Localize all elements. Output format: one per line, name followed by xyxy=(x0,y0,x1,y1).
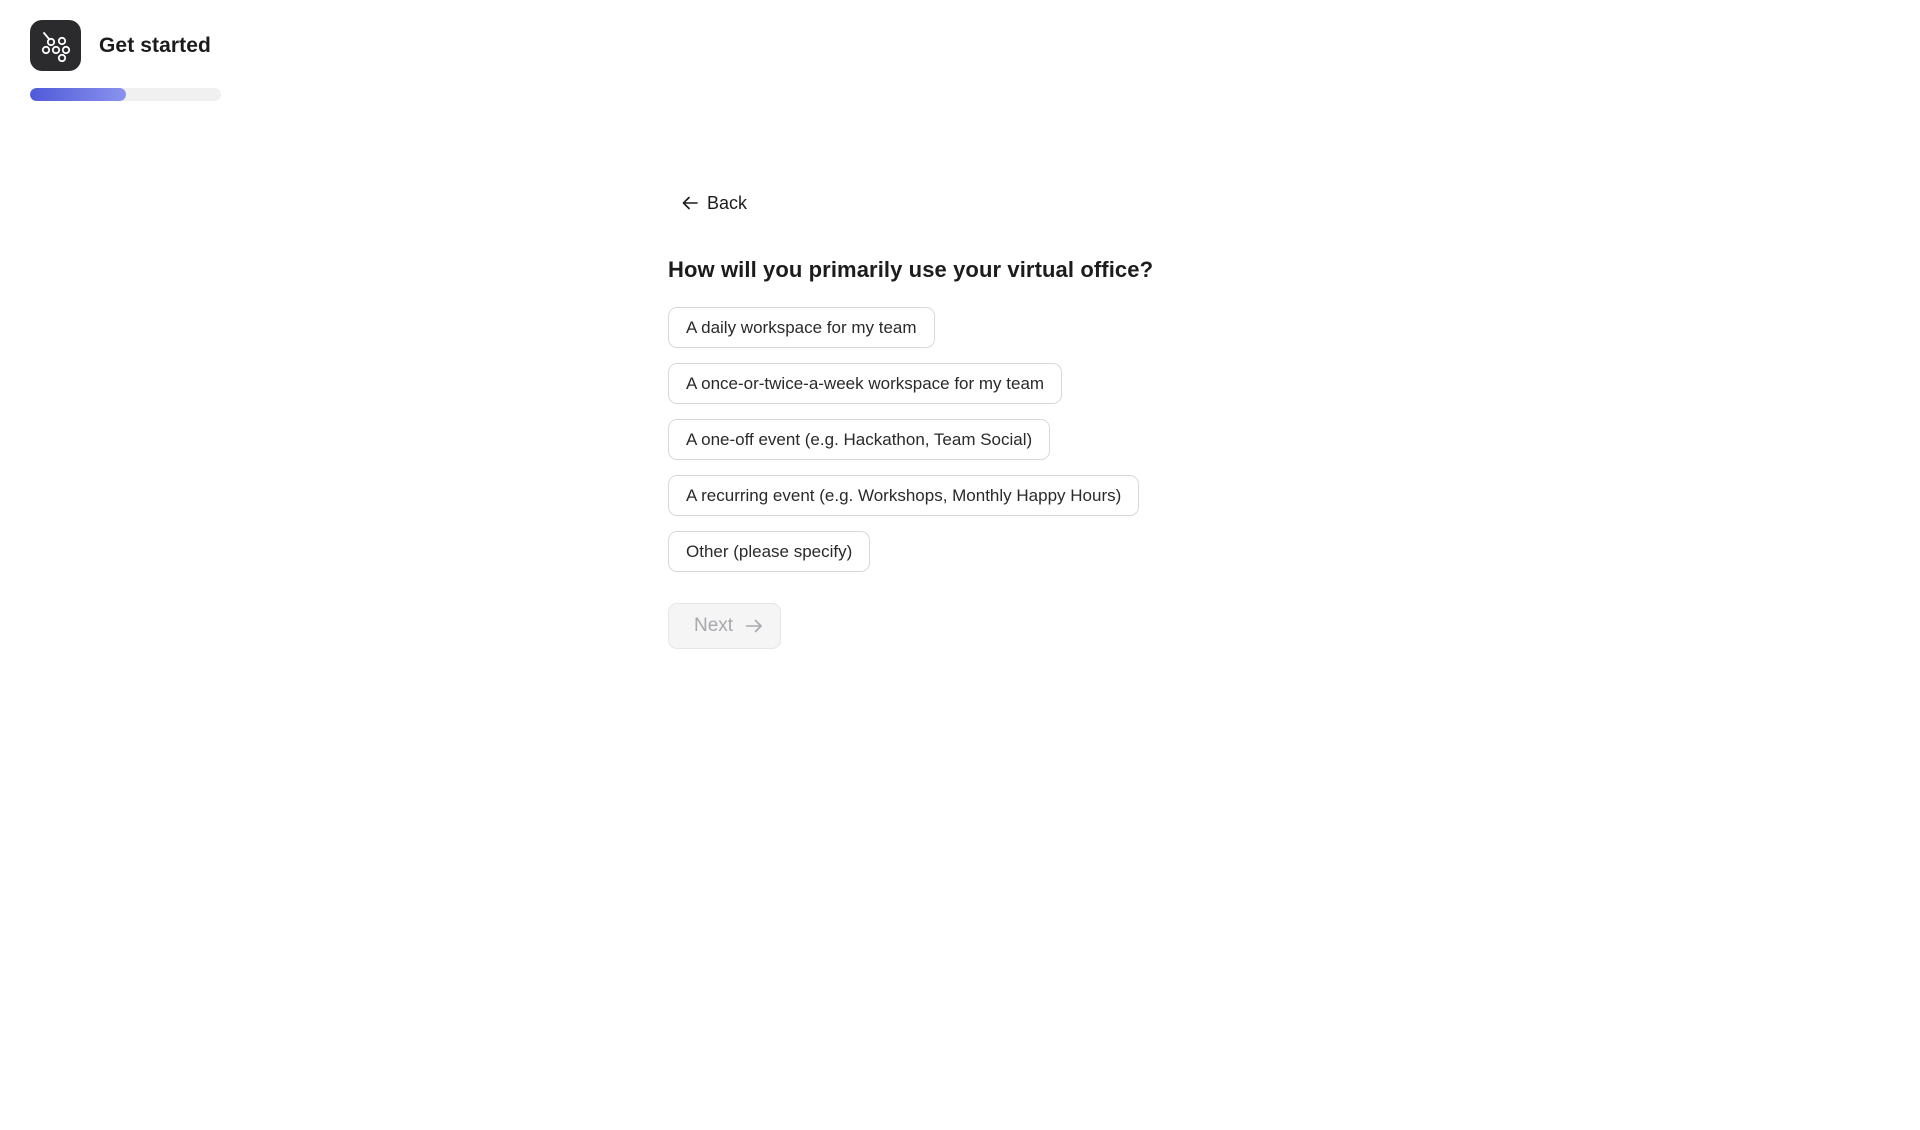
option-other[interactable]: Other (please specify) xyxy=(668,531,871,572)
onboarding-page: Get started Back How will you primarily … xyxy=(0,0,1920,1130)
back-button-label: Back xyxy=(707,192,748,213)
option-recurring-event[interactable]: A recurring event (e.g. Workshops, Month… xyxy=(668,475,1140,516)
question-heading: How will you primarily use your virtual … xyxy=(668,257,1154,282)
option-one-off-event[interactable]: A one-off event (e.g. Hackathon, Team So… xyxy=(668,419,1051,460)
option-daily-workspace[interactable]: A daily workspace for my team xyxy=(668,307,935,348)
page-title: Get started xyxy=(99,33,211,57)
back-button[interactable]: Back xyxy=(682,188,747,218)
question-panel: Back How will you primarily use your vir… xyxy=(668,188,1288,649)
progress-bar xyxy=(30,88,221,101)
header: Get started xyxy=(30,20,211,71)
arrow-left-icon xyxy=(682,196,698,210)
option-weekly-workspace[interactable]: A once-or-twice-a-week workspace for my … xyxy=(668,363,1063,404)
bubbles-logo-icon xyxy=(30,20,81,71)
arrow-right-icon xyxy=(745,619,762,633)
progress-bar-fill xyxy=(30,88,126,101)
next-button[interactable]: Next xyxy=(668,603,782,649)
options-list: A daily workspace for my team A once-or-… xyxy=(668,307,1288,572)
next-button-label: Next xyxy=(694,615,734,636)
